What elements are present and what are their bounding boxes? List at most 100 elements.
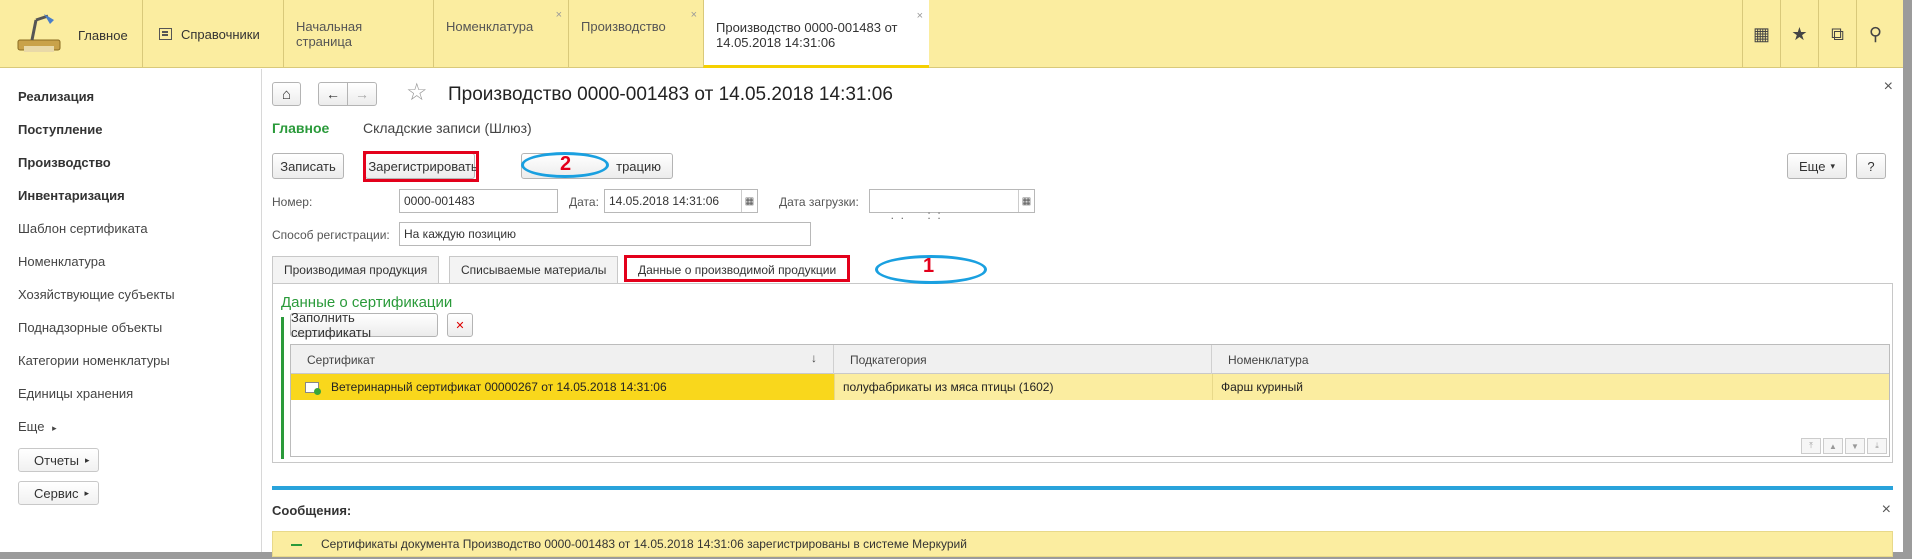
main-section-icon[interactable]: [14, 12, 66, 56]
sidebar-item-supervised-objects[interactable]: Поднадзорные объекты: [18, 320, 162, 335]
reg-method-field[interactable]: На каждую позицию: [399, 222, 811, 246]
home-icon[interactable]: ⌂: [272, 82, 301, 106]
tab-production[interactable]: Производство ×: [568, 0, 703, 68]
forward-arrow-icon[interactable]: →: [347, 82, 377, 106]
sidebar: Реализация Поступление Производство Инве…: [0, 69, 262, 552]
messages-title: Сообщения:: [272, 503, 352, 518]
document-check-icon: [305, 381, 321, 395]
sidebar-item-production[interactable]: Производство: [18, 155, 111, 170]
close-icon[interactable]: ×: [556, 9, 562, 21]
certificates-table: Сертификат ↓ Подкатегория Номенклатура В…: [290, 344, 1890, 457]
group-line: [281, 317, 284, 459]
group-title: Данные о сертификации: [281, 294, 453, 311]
tab-content-panel: Данные о сертификации Заполнить сертифик…: [272, 283, 1893, 463]
scroll-first-icon[interactable]: ⤒: [1801, 438, 1821, 454]
column-nomenclature[interactable]: Номенклатура: [1212, 345, 1891, 374]
tab-written-off-materials[interactable]: Списываемые материалы: [449, 256, 619, 283]
search-icon[interactable]: ⚲: [1856, 0, 1894, 68]
top-right-toolbar: ▦ ★ ⧉ ⚲: [1742, 0, 1894, 68]
scroll-buttons: ⤒ ▲ ▼ ⤓: [1801, 438, 1887, 454]
tab-label: Производство: [581, 19, 666, 34]
more-label: Еще: [1799, 158, 1826, 174]
cell-certificate: Ветеринарный сертификат 00000267 от 14.0…: [291, 374, 834, 400]
references-label: Справочники: [181, 26, 260, 42]
sidebar-item-nomenclature-categories[interactable]: Категории номенклатуры: [18, 353, 170, 368]
certificate-value: Ветеринарный сертификат 00000267 от 14.0…: [331, 380, 667, 394]
table-row[interactable]: Ветеринарный сертификат 00000267 от 14.0…: [291, 374, 1889, 400]
scroll-last-icon[interactable]: ⤓: [1867, 438, 1887, 454]
page-title: Производство 0000-001483 от 14.05.2018 1…: [448, 84, 893, 105]
tab-nomenclature[interactable]: Номенклатура ×: [433, 0, 568, 68]
load-date-field[interactable]: . . : : ▦: [869, 189, 1035, 222]
column-label: Сертификат: [307, 353, 375, 367]
more-label: Еще: [18, 419, 45, 434]
references-icon: [159, 28, 172, 40]
chevron-down-icon: ▾: [1830, 160, 1835, 171]
reports-button[interactable]: Отчеты ▸: [18, 448, 100, 472]
sidebar-item-receipts[interactable]: Поступление: [18, 122, 103, 137]
column-certificate[interactable]: Сертификат ↓: [291, 345, 834, 374]
tab-label: Начальная страница: [296, 19, 363, 49]
tab-production-document[interactable]: Производство 0000-001483 от 14.05.2018 1…: [703, 0, 929, 68]
section-warehouse-records[interactable]: Складские записи (Шлюз): [363, 120, 532, 136]
tab-label-line2: 14.05.2018 14:31:06: [716, 35, 836, 50]
table-header: Сертификат ↓ Подкатегория Номенклатура: [291, 345, 1889, 374]
grid-icon[interactable]: ▦: [1742, 0, 1780, 68]
section-main[interactable]: Главное: [272, 120, 329, 136]
tab-label-line1: Производство 0000-001483 от: [716, 20, 898, 35]
main-section-label[interactable]: Главное: [78, 28, 128, 43]
sidebar-item-more[interactable]: Еще ▸: [18, 419, 57, 434]
number-label: Номер:: [272, 195, 313, 209]
document-form: ⌂ ← → ☆ Производство 0000-001483 от 14.0…: [263, 69, 1903, 557]
star-icon[interactable]: ★: [1780, 0, 1818, 68]
more-button[interactable]: Еще ▾: [1787, 153, 1847, 179]
message-text: Сертификаты документа Производство 0000-…: [321, 537, 967, 551]
chevron-right-icon: ▸: [52, 423, 57, 433]
sidebar-item-storage-units[interactable]: Единицы хранения: [18, 386, 133, 401]
close-form-icon[interactable]: ×: [1884, 78, 1893, 96]
load-date-value: . . : :: [887, 208, 941, 222]
reg-method-label: Способ регистрации:: [272, 228, 390, 242]
cell-nomenclature: Фарш куриный: [1212, 374, 1891, 400]
window-frame-right: [1903, 0, 1912, 559]
close-icon[interactable]: ×: [917, 9, 923, 24]
tab-home-page[interactable]: Начальная страница: [283, 0, 433, 68]
messages-divider: [272, 486, 1893, 490]
close-icon[interactable]: ×: [691, 9, 697, 21]
chevron-right-icon: ▸: [84, 487, 90, 498]
annotation-number-2: 2: [560, 153, 572, 175]
sort-arrow-icon: ↓: [811, 351, 817, 365]
fill-certificates-button[interactable]: Заполнить сертификаты: [290, 310, 438, 340]
tab-produced-products[interactable]: Производимая продукция: [272, 256, 440, 283]
calendar-icon[interactable]: ▦: [741, 190, 757, 212]
help-button[interactable]: ?: [1856, 153, 1886, 179]
delete-icon[interactable]: ✕: [447, 313, 473, 337]
chevron-right-icon: ▸: [84, 454, 90, 465]
message-bullet-icon: [291, 544, 302, 546]
back-arrow-icon[interactable]: ←: [318, 82, 348, 106]
date-value: 14.05.2018 14:31:06: [609, 194, 720, 208]
sidebar-item-certificate-template[interactable]: Шаблон сертификата: [18, 221, 148, 236]
sidebar-item-inventory[interactable]: Инвентаризация: [18, 188, 125, 203]
sidebar-item-business-entities[interactable]: Хозяйствующие субъекты: [18, 287, 175, 302]
sidebar-item-sales[interactable]: Реализация: [18, 89, 94, 104]
annotation-box-register: [363, 151, 479, 182]
scroll-down-icon[interactable]: ▼: [1845, 438, 1865, 454]
history-icon[interactable]: ⧉: [1818, 0, 1856, 68]
close-messages-icon[interactable]: ×: [1882, 501, 1891, 519]
tab-produced-products-data[interactable]: Данные о производимой продукции: [624, 255, 851, 282]
scroll-up-icon[interactable]: ▲: [1823, 438, 1843, 454]
number-field[interactable]: 0000-001483: [399, 189, 558, 213]
column-subcategory[interactable]: Подкатегория: [834, 345, 1212, 374]
annotation-number-1: 1: [923, 255, 935, 277]
date-field[interactable]: 14.05.2018 14:31:06 ▦: [604, 189, 758, 213]
sidebar-item-nomenclature[interactable]: Номенклатура: [18, 254, 105, 269]
load-date-label: Дата загрузки:: [779, 195, 859, 209]
favorite-star-icon[interactable]: ☆: [406, 78, 428, 107]
write-button[interactable]: Записать: [272, 153, 344, 179]
message-item[interactable]: Сертификаты документа Производство 0000-…: [272, 531, 1893, 557]
references-section[interactable]: Справочники: [142, 0, 282, 68]
service-button[interactable]: Сервис ▸: [18, 481, 100, 505]
calendar-icon[interactable]: ▦: [1018, 190, 1034, 212]
top-panel: Главное Справочники Начальная страница Н…: [0, 0, 1903, 68]
